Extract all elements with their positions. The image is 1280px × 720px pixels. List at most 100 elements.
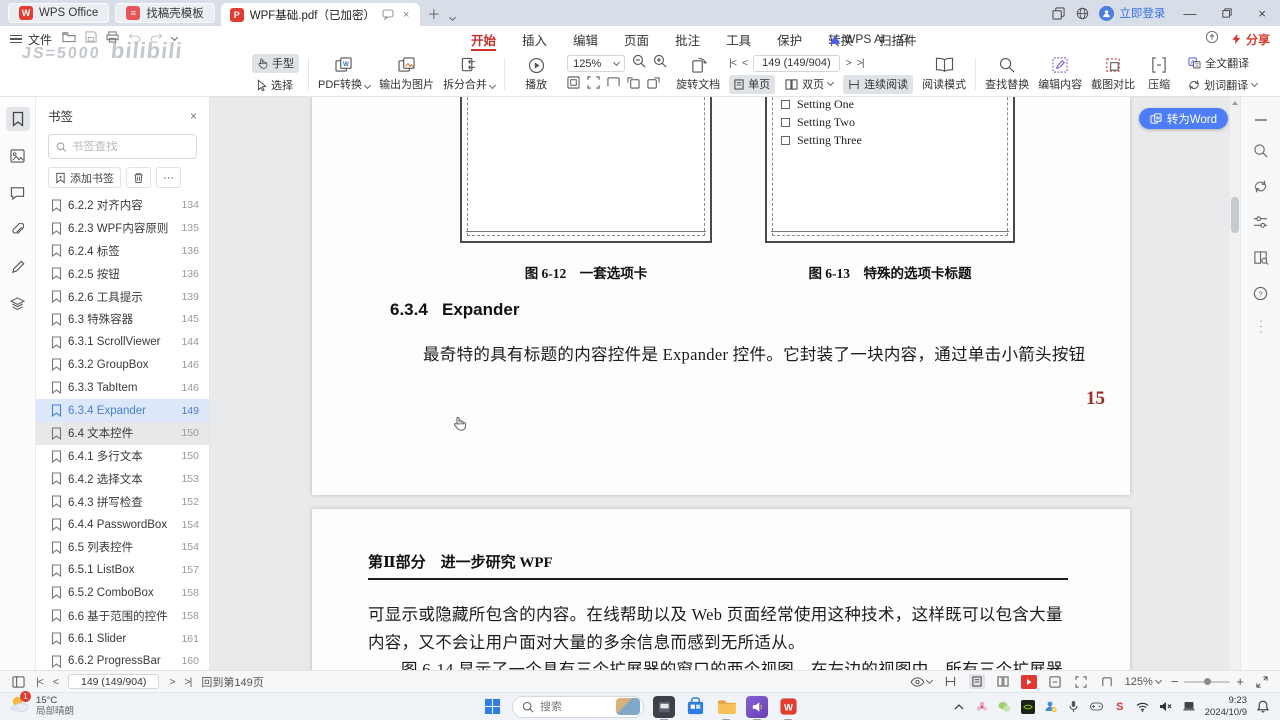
zoom-out-icon[interactable] bbox=[632, 54, 646, 73]
continuous-view-icon[interactable] bbox=[943, 674, 959, 689]
bookmark-item[interactable]: 6.3.1 ScrollViewer 144 bbox=[36, 331, 209, 354]
tray-app-flower-icon[interactable] bbox=[975, 700, 989, 714]
snapshot-compare-button[interactable]: 截图对比 bbox=[1091, 56, 1135, 92]
bookmark-item[interactable]: 6.4.1 多行文本 150 bbox=[36, 445, 209, 468]
zoom-slider-knob[interactable] bbox=[1204, 678, 1212, 685]
select-tool-button[interactable]: 选择 bbox=[252, 76, 299, 95]
tray-wechat-icon[interactable] bbox=[998, 700, 1012, 714]
bookmarks-panel-icon[interactable] bbox=[5, 107, 30, 131]
edit-content-button[interactable]: 编辑内容 bbox=[1038, 56, 1082, 92]
bookmark-item[interactable]: 6.5.1 ListBox 157 bbox=[36, 559, 209, 582]
zoom-slider-track[interactable] bbox=[1184, 678, 1231, 685]
pdf-convert-button[interactable]: W PDF转换 bbox=[318, 56, 372, 92]
word-translate-button[interactable]: 划词翻译 bbox=[1183, 76, 1262, 95]
quick-access-chevron-icon[interactable] bbox=[170, 33, 179, 42]
export-image-button[interactable]: 输出为图片 bbox=[379, 56, 434, 92]
toggle-sidebar-icon[interactable] bbox=[10, 674, 26, 689]
attachments-panel-icon[interactable] bbox=[6, 218, 30, 242]
battery-laptop-icon[interactable] bbox=[1182, 700, 1196, 714]
tab-list-chevron-icon[interactable] bbox=[445, 8, 460, 23]
convert-to-word-button[interactable]: W 转为Word bbox=[1138, 108, 1228, 129]
globe-icon[interactable] bbox=[1075, 6, 1089, 20]
bookmark-item[interactable]: 6.5 列表控件 154 bbox=[36, 536, 209, 559]
bookmark-item[interactable]: 6.2.4 标签 136 bbox=[36, 240, 209, 263]
wps-office-icon[interactable]: W bbox=[777, 696, 799, 720]
file-explorer-icon[interactable] bbox=[715, 696, 737, 720]
search-highlight-thumbnail[interactable] bbox=[616, 698, 640, 715]
double-page-button[interactable]: 双页 bbox=[780, 75, 838, 94]
wifi-icon[interactable] bbox=[1136, 700, 1150, 714]
bookmark-item[interactable]: 6.3 特殊容器 145 bbox=[36, 308, 209, 331]
search-panel-icon[interactable] bbox=[1253, 143, 1268, 163]
single-page-view-icon[interactable] bbox=[968, 674, 985, 689]
statusbar-first-page[interactable]: |< bbox=[36, 676, 44, 688]
taskbar-search-input[interactable] bbox=[540, 700, 610, 713]
layers-panel-icon[interactable] bbox=[6, 292, 30, 316]
redo-icon[interactable] bbox=[150, 30, 163, 48]
menu-tab-2[interactable]: 插入 bbox=[509, 26, 560, 52]
split-merge-button[interactable]: 拆分合并 bbox=[443, 56, 497, 92]
fit-height-status-icon[interactable] bbox=[1099, 674, 1115, 689]
single-page-button[interactable]: 单页 bbox=[729, 74, 776, 94]
bookmark-item[interactable]: 6.3.4 Expander 149 bbox=[36, 399, 209, 422]
tray-gamebar-icon[interactable] bbox=[1090, 700, 1104, 714]
collapse-toolbar-icon[interactable] bbox=[1254, 109, 1268, 127]
comments-panel-icon[interactable] bbox=[6, 181, 30, 205]
statusbar-zoom-select[interactable]: 125% bbox=[1125, 676, 1162, 688]
close-button[interactable]: × bbox=[1250, 6, 1274, 21]
rotate-doc-button[interactable]: 旋转文档 bbox=[676, 56, 720, 92]
start-button[interactable] bbox=[481, 696, 503, 718]
bookmark-item[interactable]: 6.3.2 GroupBox 146 bbox=[36, 354, 209, 377]
help-icon[interactable]: ? bbox=[1253, 286, 1268, 306]
statusbar-prev-page[interactable]: < bbox=[53, 676, 59, 688]
view-options-icon[interactable] bbox=[909, 674, 933, 689]
media-player-icon[interactable] bbox=[746, 695, 768, 720]
save-icon[interactable] bbox=[85, 30, 97, 48]
statusbar-next-page[interactable]: > bbox=[169, 676, 175, 688]
bookmark-item[interactable]: 6.4.3 拼写检查 152 bbox=[36, 490, 209, 513]
menu-tab-5[interactable]: 批注 bbox=[662, 26, 713, 52]
zoom-slider-plus[interactable]: + bbox=[1236, 674, 1244, 689]
tray-nvidia-icon[interactable] bbox=[1020, 699, 1035, 714]
menu-tab-6[interactable]: 工具 bbox=[713, 26, 764, 52]
menu-tab-3[interactable]: 编辑 bbox=[560, 26, 611, 52]
taskbar-clock[interactable]: 9:23 2024/10/9 bbox=[1205, 695, 1247, 718]
more-panels-icon[interactable]: ··· bbox=[1255, 320, 1266, 336]
menu-tab-1[interactable]: 开始 bbox=[458, 26, 509, 52]
settings-sliders-icon[interactable] bbox=[1253, 215, 1268, 234]
microsoft-store-icon[interactable] bbox=[684, 696, 706, 718]
open-folder-icon[interactable] bbox=[62, 30, 76, 48]
read-mode-button[interactable]: 阅读模式 bbox=[922, 56, 966, 92]
more-actions-button[interactable]: ··· bbox=[156, 167, 181, 188]
volume-muted-icon[interactable] bbox=[1159, 700, 1173, 714]
bookmark-item[interactable]: 6.4 文本控件 150 bbox=[36, 421, 209, 445]
bookmark-search[interactable] bbox=[48, 134, 197, 159]
bookmark-item[interactable]: 6.4.2 选择文本 153 bbox=[36, 468, 209, 491]
add-bookmark-button[interactable]: 添加书签 bbox=[48, 167, 121, 188]
document-viewport[interactable]: Setting One Setting Two Setting Three 图 6-… bbox=[210, 97, 1240, 670]
bookmark-item[interactable]: 6.3.3 TabItem 146 bbox=[36, 376, 209, 399]
restore-button[interactable] bbox=[1214, 6, 1240, 21]
annotate-pen-icon[interactable] bbox=[6, 255, 30, 279]
first-page-icon[interactable]: |< bbox=[729, 57, 737, 69]
print-icon[interactable] bbox=[106, 30, 119, 48]
bookmark-item[interactable]: 6.2.5 按钮 136 bbox=[36, 262, 209, 285]
page-number-box[interactable]: 149 (149/904) bbox=[753, 54, 840, 72]
find-replace-button[interactable]: 查找替换 bbox=[985, 56, 1029, 92]
bookmark-item[interactable]: 6.2.3 WPF内容原则 135 bbox=[36, 217, 209, 240]
search-icon[interactable] bbox=[899, 33, 911, 45]
hand-tool-button[interactable]: 手型 bbox=[252, 53, 299, 73]
full-translate-button[interactable]: A文 全文翻译 bbox=[1183, 54, 1262, 73]
tray-microphone-icon[interactable] bbox=[1067, 700, 1081, 714]
bookmark-item[interactable]: 6.6 基于范围的控件 158 bbox=[36, 604, 209, 627]
menu-tab-7[interactable]: 保护 bbox=[764, 26, 815, 52]
fit-page-status-icon[interactable] bbox=[1047, 674, 1063, 689]
tab-close-icon[interactable]: × bbox=[401, 9, 411, 21]
menu-tab-4[interactable]: 页面 bbox=[611, 26, 662, 52]
new-tab-button[interactable]: ＋ bbox=[422, 4, 445, 23]
fit-width-status-icon[interactable] bbox=[1073, 674, 1089, 689]
prev-page-icon[interactable]: < bbox=[742, 57, 748, 69]
tray-account-shield-icon[interactable] bbox=[1044, 700, 1058, 714]
fit-page-icon[interactable] bbox=[567, 76, 580, 94]
bookmark-item[interactable]: 6.2.2 对齐内容 134 bbox=[36, 194, 209, 217]
